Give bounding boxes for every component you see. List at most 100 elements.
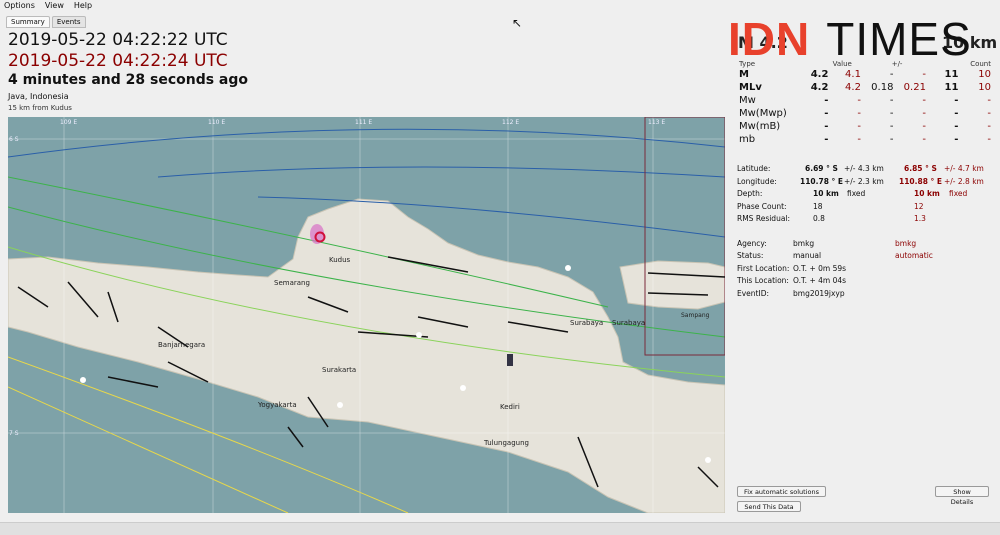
this-location-value: O.T. + 4m 04s (793, 276, 847, 285)
map-canvas: 109 E 110 E 111 E 112 E 113 E 6 S 7 S Ku… (8, 117, 725, 513)
phase-count-auto: 12 (914, 201, 924, 211)
city-label: Yogyakarta (257, 401, 297, 409)
status-label: Status: (737, 251, 764, 260)
mag-count-auto: - (987, 95, 991, 106)
mag-value-auto: - (857, 121, 861, 132)
logo-idn: IDN (728, 13, 811, 65)
latitude-error-auto: +/- 4.7 km (944, 164, 984, 173)
show-details-button[interactable]: Show Details (935, 486, 989, 506)
city-label: Surakarta (322, 366, 356, 374)
longitude-error: +/- 2.3 km (844, 176, 884, 186)
mouse-cursor-icon: ↖ (512, 16, 523, 30)
tab-summary[interactable]: Summary (6, 16, 50, 28)
city-label: Surabaya (570, 319, 603, 327)
fix-automatic-solutions-button[interactable]: Fix automatic solutions (737, 486, 826, 497)
longitude-value-auto: 110.88 ° E (899, 176, 943, 186)
first-location-value: O.T. + 0m 59s (793, 263, 847, 273)
origin-info: Latitude: 6.69 ° S +/- 4.3 km 6.85 ° S +… (737, 163, 995, 300)
logo-times: TIMES (826, 13, 972, 65)
mag-value: 4.2 (810, 69, 829, 80)
depth-value: 10 km (813, 189, 839, 198)
elapsed-time: 4 minutes and 28 seconds ago (8, 72, 249, 88)
depth-type-auto: fixed (949, 189, 968, 198)
mag-error-auto: - (922, 108, 926, 119)
col-count: Count (970, 60, 991, 68)
mag-count-auto: 10 (978, 82, 991, 93)
mag-value-auto: 4.1 (845, 69, 861, 80)
rms-row: RMS Residual: 0.8 1.3 (737, 213, 995, 226)
station-marker (507, 354, 513, 366)
menu-options[interactable]: Options (4, 0, 35, 12)
city-label: Surabaya (612, 319, 645, 327)
lon-label: 111 E (355, 119, 372, 126)
tab-bar: Summary Events (6, 16, 86, 28)
map-view[interactable]: 109 E 110 E 111 E 112 E 113 E 6 S 7 S Ku… (8, 117, 725, 513)
mag-type: Mw (739, 95, 756, 106)
phase-count-label: Phase Count: (737, 201, 787, 211)
lat-label: 7 S (9, 430, 19, 437)
current-time: 2019-05-22 04:22:24 UTC (8, 51, 228, 71)
agency-value: bmkg (793, 238, 815, 248)
mag-type: mb (739, 134, 756, 145)
tab-events[interactable]: Events (51, 16, 86, 28)
idn-times-logo: IDN TIMES (728, 13, 972, 65)
lon-label: 110 E (208, 119, 225, 126)
mag-type: Mw(Mwp) (739, 108, 787, 119)
mag-count: 11 (944, 69, 959, 80)
col-type: Type (739, 60, 756, 68)
mag-count-auto: - (987, 134, 991, 145)
mag-value-auto: - (857, 95, 861, 106)
mag-error: - (889, 121, 894, 132)
latitude-label: Latitude: (737, 164, 771, 173)
menu-bar: Options View Help (0, 0, 1000, 12)
mag-count: - (954, 121, 959, 132)
mag-value-auto: - (857, 134, 861, 145)
menu-view[interactable]: View (45, 0, 64, 12)
magnitude-row: Mw(mB) - - - - - - (737, 120, 993, 133)
phase-count-value: 18 (813, 201, 823, 211)
mag-type: Mw(mB) (739, 121, 781, 132)
agency-auto: bmkg (895, 238, 917, 248)
longitude-row: Longitude: 110.78 ° E +/- 2.3 km 110.88 … (737, 176, 995, 189)
mag-error-auto: - (922, 134, 926, 145)
lon-label: 113 E (648, 119, 665, 126)
event-id-value: bmg2019jxyp (793, 288, 845, 298)
origin-time: 2019-05-22 04:22:22 UTC (8, 30, 228, 50)
city-label: Tulungagung (483, 439, 529, 447)
mag-value: 4.2 (810, 82, 829, 93)
rms-auto: 1.3 (914, 214, 926, 223)
mag-value: - (824, 108, 829, 119)
first-location-label: First Location: (737, 263, 790, 273)
mag-error: - (889, 108, 894, 119)
nearest-city: 15 km from Kudus (8, 104, 72, 112)
mag-error-auto: 0.21 (903, 82, 926, 93)
mag-error: - (889, 69, 894, 80)
city-label: Semarang (274, 279, 310, 287)
mag-error: - (889, 134, 894, 145)
magnitude-row: mb - - - - - - (737, 133, 993, 146)
mag-error-auto: - (922, 121, 926, 132)
mag-type: M (739, 69, 749, 80)
latitude-error: +/- 4.3 km (844, 164, 884, 173)
magnitude-row: Mw - - - - - - (737, 94, 993, 107)
rms-value: 0.8 (813, 214, 825, 223)
city-label: Banjarnegara (158, 341, 205, 349)
menu-help[interactable]: Help (74, 0, 92, 12)
mag-error-auto: - (922, 69, 926, 80)
city-label: Kediri (500, 403, 520, 411)
region-name: Java, Indonesia (8, 92, 69, 101)
longitude-error-auto: +/- 2.8 km (944, 176, 984, 186)
magnitude-row: M 4.2 4.1 - - 11 10 (737, 68, 993, 81)
depth-row: Depth: 10 km fixed 10 km fixed (737, 188, 995, 201)
mag-value: - (824, 134, 829, 145)
longitude-label: Longitude: (737, 176, 777, 186)
this-location-row: This Location: O.T. + 4m 04s (737, 275, 995, 288)
send-this-data-button[interactable]: Send This Data (737, 501, 801, 512)
this-location-label: This Location: (737, 276, 789, 285)
mag-count: - (954, 95, 959, 106)
mag-value: - (824, 121, 829, 132)
first-location-row: First Location: O.T. + 0m 59s (737, 263, 995, 276)
status-row: Status: manual automatic (737, 250, 995, 263)
event-id-row: EventID: bmg2019jxyp (737, 288, 995, 301)
lat-label: 6 S (9, 136, 19, 143)
